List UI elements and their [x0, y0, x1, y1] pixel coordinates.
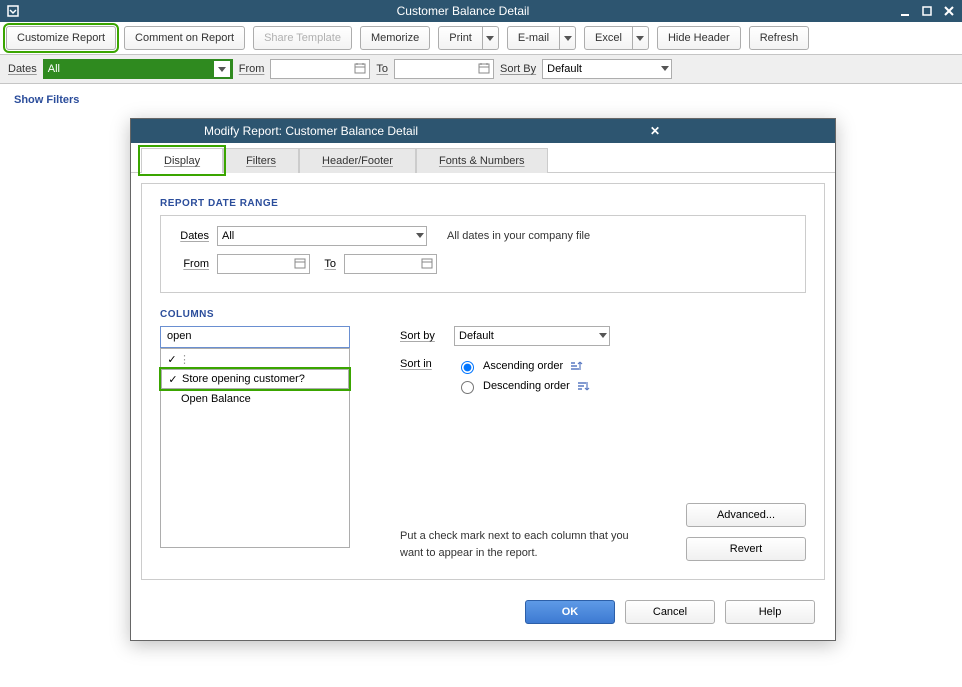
- sortby-value: Default: [547, 63, 582, 75]
- dates-select[interactable]: All: [43, 59, 233, 79]
- dlg-to-date-input[interactable]: [344, 254, 437, 274]
- from-label: From: [239, 63, 265, 75]
- minimize-button[interactable]: [898, 4, 912, 18]
- cancel-button[interactable]: Cancel: [625, 600, 715, 624]
- share-template-button: Share Template: [253, 26, 352, 50]
- sortby-label: Sort by: [400, 330, 446, 342]
- excel-dropdown[interactable]: [633, 26, 649, 50]
- tab-display[interactable]: Display: [141, 148, 223, 173]
- report-toolbar: Customize Report Comment on Report Share…: [0, 22, 962, 55]
- calendar-icon: [293, 256, 307, 270]
- list-item[interactable]: ✓ ⋮: [161, 349, 349, 369]
- tab-header-footer[interactable]: Header/Footer: [299, 148, 416, 173]
- sortin-label: Sort in: [400, 358, 446, 370]
- chevron-down-icon: [486, 36, 494, 41]
- to-date-input[interactable]: [394, 59, 494, 79]
- drag-handle-icon: ⋮: [179, 353, 182, 366]
- calendar-icon: [353, 61, 367, 75]
- calendar-icon: [420, 256, 434, 270]
- dates-label: Dates: [8, 63, 37, 75]
- columns-search-text[interactable]: [165, 329, 345, 343]
- check-icon: ✓: [165, 353, 179, 366]
- print-dropdown[interactable]: [483, 26, 499, 50]
- tab-fonts-numbers[interactable]: Fonts & Numbers: [416, 148, 548, 173]
- list-item-label: Store opening customer?: [182, 373, 305, 385]
- calendar-icon: [477, 61, 491, 75]
- dialog-close-button[interactable]: ✕: [483, 124, 827, 138]
- print-button[interactable]: Print: [438, 26, 483, 50]
- help-button[interactable]: Help: [725, 600, 815, 624]
- chevron-down-icon: [661, 62, 669, 74]
- modify-report-dialog: Modify Report: Customer Balance Detail ✕…: [130, 118, 836, 641]
- dates-value: All: [48, 63, 60, 75]
- dialog-title: Modify Report: Customer Balance Detail: [139, 124, 483, 138]
- chevron-down-icon: [214, 61, 230, 77]
- dlg-to-label: To: [318, 258, 336, 270]
- customize-report-button[interactable]: Customize Report: [6, 26, 116, 50]
- chevron-down-icon: [416, 229, 424, 241]
- dlg-from-label: From: [173, 258, 209, 270]
- columns-heading: COLUMNS: [160, 309, 806, 320]
- list-item[interactable]: ✓ Store opening customer?: [161, 369, 349, 389]
- columns-listbox[interactable]: ✓ ⋮ ✓ Store opening customer? Open Balan…: [160, 348, 350, 548]
- sortby-select[interactable]: Default: [542, 59, 672, 79]
- close-button[interactable]: [942, 4, 956, 18]
- comment-on-report-button[interactable]: Comment on Report: [124, 26, 245, 50]
- ascending-label: Ascending order: [483, 360, 563, 372]
- report-date-range-heading: REPORT DATE RANGE: [160, 198, 806, 209]
- window-menu-icon[interactable]: [6, 4, 20, 18]
- ok-button[interactable]: OK: [525, 600, 615, 624]
- excel-button[interactable]: Excel: [584, 26, 633, 50]
- sort-asc-icon: [569, 359, 583, 373]
- list-item[interactable]: Open Balance: [161, 389, 349, 409]
- dlg-from-date-input[interactable]: [217, 254, 310, 274]
- report-filter-bar: Dates All From To Sort By Default: [0, 55, 962, 84]
- list-item-label: Open Balance: [181, 393, 251, 405]
- email-button[interactable]: E-mail: [507, 26, 560, 50]
- chevron-down-icon: [636, 36, 644, 41]
- descending-label: Descending order: [483, 380, 570, 392]
- dlg-dates-label: Dates: [173, 230, 209, 242]
- hide-header-button[interactable]: Hide Header: [657, 26, 741, 50]
- maximize-button[interactable]: [920, 4, 934, 18]
- sortby-value: Default: [459, 330, 494, 342]
- sortby-select[interactable]: Default: [454, 326, 610, 346]
- descending-radio[interactable]: [461, 381, 474, 394]
- refresh-button[interactable]: Refresh: [749, 26, 810, 50]
- columns-help-text: Put a check mark next to each column tha…: [400, 528, 630, 561]
- revert-button[interactable]: Revert: [686, 537, 806, 561]
- chevron-down-icon: [599, 329, 607, 341]
- window-title: Customer Balance Detail: [28, 4, 898, 18]
- dlg-dates-hint: All dates in your company file: [447, 230, 590, 242]
- email-dropdown[interactable]: [560, 26, 576, 50]
- chevron-down-icon: [564, 36, 572, 41]
- advanced-button[interactable]: Advanced...: [686, 503, 806, 527]
- check-icon: ✓: [166, 373, 180, 386]
- ascending-radio[interactable]: [461, 361, 474, 374]
- columns-search-input[interactable]: [160, 326, 350, 348]
- dlg-dates-value: All: [222, 230, 234, 242]
- show-filters-link[interactable]: Show Filters: [0, 84, 962, 116]
- sortby-label: Sort By: [500, 63, 536, 75]
- from-date-input[interactable]: [270, 59, 370, 79]
- tab-filters[interactable]: Filters: [223, 148, 299, 173]
- to-label: To: [376, 63, 388, 75]
- dlg-dates-select[interactable]: All: [217, 226, 427, 246]
- dialog-tabs: Display Filters Header/Footer Fonts & Nu…: [131, 143, 835, 173]
- sort-desc-icon: [576, 379, 590, 393]
- memorize-button[interactable]: Memorize: [360, 26, 430, 50]
